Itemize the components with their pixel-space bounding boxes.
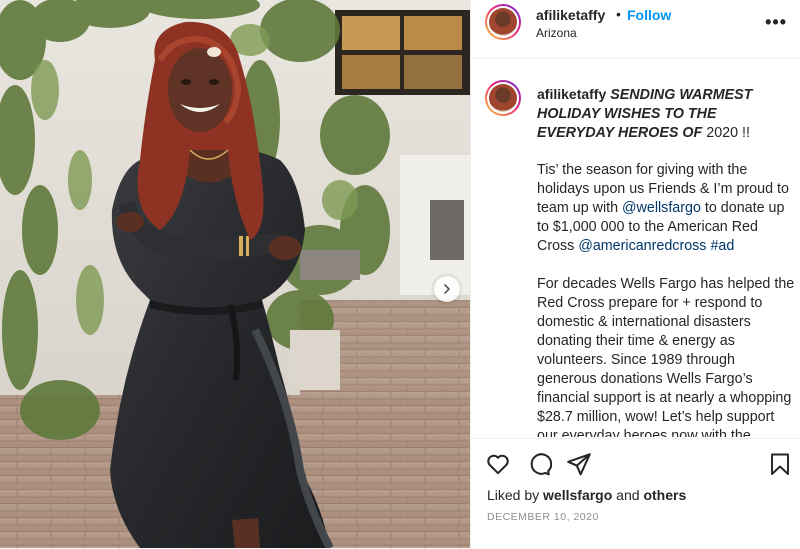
liked-by-others[interactable]: others	[643, 487, 686, 503]
comment-icon[interactable]	[526, 451, 552, 477]
liked-by-mid: and	[612, 487, 644, 503]
post-photo[interactable]	[0, 0, 470, 548]
more-options-icon[interactable]: •••	[765, 12, 787, 33]
chevron-right-icon	[444, 284, 450, 294]
post-date[interactable]: DECEMBER 10, 2020	[487, 511, 599, 523]
mention-wellsfargo[interactable]: @wellsfargo	[622, 200, 701, 216]
caption-avatar[interactable]	[485, 80, 521, 116]
caption-headline-year: 2020 !!	[706, 125, 750, 141]
post-actions: Liked by wellsfargo and others DECEMBER …	[471, 438, 800, 549]
caption-scroll-area[interactable]: afiliketaffy SENDING WARMEST HOLIDAY WIS…	[471, 59, 800, 437]
caption-text: afiliketaffy SENDING WARMEST HOLIDAY WIS…	[537, 85, 797, 437]
bookmark-icon[interactable]	[768, 451, 792, 477]
liked-by: Liked by wellsfargo and others	[487, 487, 686, 503]
caption-headline: afiliketaffy SENDING WARMEST HOLIDAY WIS…	[537, 85, 797, 143]
liked-by-prefix: Liked by	[487, 487, 544, 503]
header-username[interactable]: afiliketaffy	[536, 7, 605, 23]
share-icon[interactable]	[566, 451, 592, 477]
post-detail-panel: afiliketaffy • Follow Arizona ••• afilik…	[470, 0, 800, 548]
caption-username[interactable]: afiliketaffy	[537, 86, 606, 102]
location-link[interactable]: Arizona	[536, 26, 577, 40]
carousel-next-button[interactable]	[434, 276, 460, 302]
follow-button[interactable]: Follow	[627, 7, 671, 23]
post-image	[0, 0, 470, 548]
caption-paragraph-2: For decades Wells Fargo has helped the R…	[537, 276, 795, 437]
mention-americanredcross[interactable]: @americanredcross	[578, 238, 706, 254]
heart-icon[interactable]	[485, 451, 511, 477]
post-header: afiliketaffy • Follow Arizona •••	[471, 0, 800, 59]
hashtag-ad[interactable]: #ad	[710, 238, 734, 254]
separator-dot: •	[616, 6, 621, 22]
liked-by-user[interactable]: wellsfargo	[543, 487, 612, 503]
caption-paragraph-1: Tis’ the season for giving with the holi…	[537, 161, 797, 256]
avatar[interactable]	[485, 4, 521, 40]
